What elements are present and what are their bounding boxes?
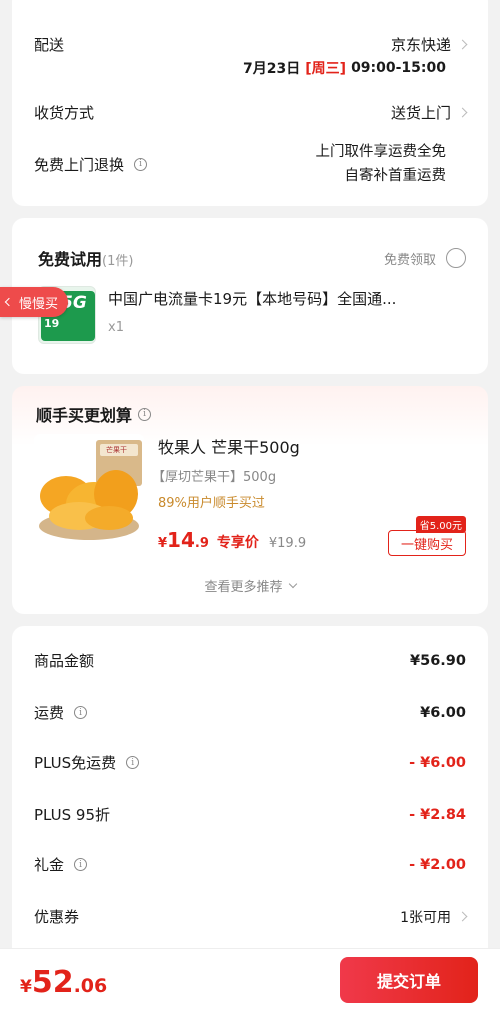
summary-row: PLUS 95折 - ¥2.84 <box>34 804 466 825</box>
see-more-label: 查看更多推荐 <box>204 580 283 595</box>
trial-claim-label: 免费领取 <box>383 252 436 268</box>
trial-title: 免费试用 <box>38 250 103 269</box>
chevron-right-icon <box>457 107 468 118</box>
price-integer: 14 <box>167 528 195 552</box>
summary-label: PLUS免运费 <box>34 754 117 772</box>
info-icon[interactable]: i <box>138 407 152 421</box>
summary-row: 运费 i ¥6.00 <box>34 702 466 723</box>
see-more-link[interactable]: 查看更多推荐 <box>12 576 488 595</box>
summary-label: 商品金额 <box>34 652 95 670</box>
delivery-carrier: 京东快递 <box>390 36 451 54</box>
delivery-row[interactable]: 配送 京东快递 <box>34 34 468 55</box>
delivery-date: 7月23日 <box>243 61 301 77</box>
summary-row: 礼金 i - ¥2.00 <box>34 854 466 875</box>
info-icon[interactable]: i <box>126 756 140 769</box>
bundle-price: ¥ 14 .9 专享价 ¥19.9 <box>158 528 306 552</box>
floating-side-tab[interactable]: 慢慢买 <box>0 287 68 317</box>
receive-method-label: 收货方式 <box>34 104 95 122</box>
free-return-line1: 上门取件享运费全免 <box>315 144 447 160</box>
trial-count: (1件) <box>102 254 134 269</box>
total-integer: 52 <box>31 965 74 1000</box>
free-return-line2: 自寄补首重运费 <box>344 168 447 184</box>
chevron-down-icon <box>288 579 297 588</box>
original-price: ¥19.9 <box>268 536 307 551</box>
summary-value: - ¥2.84 <box>409 806 466 823</box>
coupon-label: 优惠券 <box>34 908 80 926</box>
bundle-header: 顺手买更划算 i <box>36 402 152 426</box>
delivery-weekday: [周三] <box>305 61 347 77</box>
delivery-time[interactable]: 7月23日 [周三] 09:00-15:00 <box>34 58 446 78</box>
free-return-row: 免费上门退换 i 上门取件享运费全免 自寄补首重运费 <box>34 140 466 188</box>
delivery-label: 配送 <box>34 36 65 54</box>
summary-label: 礼金 <box>34 856 65 874</box>
mango-product-image[interactable]: 芒果干 <box>34 434 144 544</box>
bundle-product-stat: 89%用户顺手买过 <box>158 496 265 511</box>
summary-value: ¥56.90 <box>410 652 466 669</box>
summary-label: PLUS 95折 <box>34 806 111 824</box>
total-price: ¥ 52 .06 <box>20 965 107 1000</box>
mango-slices-image <box>39 440 142 540</box>
info-icon[interactable]: i <box>134 157 148 171</box>
delivery-card: 配送 京东快递 7月23日 [周三] 09:00-15:00 收货方式 送货上门… <box>12 0 488 206</box>
one-click-buy-button[interactable]: 一键购买 <box>388 530 466 556</box>
price-tag: 专享价 <box>216 535 259 551</box>
trial-card: 免费试用 (1件) 免费领取 5G 19 中国广电流量卡19元【本地号码】全国通… <box>12 218 488 374</box>
bundle-product-name[interactable]: 牧果人 芒果干500g <box>158 434 300 458</box>
summary-value: ¥6.00 <box>420 704 466 721</box>
summary-card: 商品金额 ¥56.90 运费 i ¥6.00 PLUS免运费 i - ¥6.00 PLUS 95… <box>12 626 488 956</box>
chevron-right-icon <box>457 39 468 50</box>
total-symbol: ¥ <box>20 977 32 997</box>
bundle-title: 顺手买更划算 <box>36 406 133 425</box>
trial-claim[interactable]: 免费领取 <box>384 248 466 268</box>
trial-qty: x1 <box>108 320 124 335</box>
info-icon[interactable]: i <box>74 706 88 719</box>
summary-row: PLUS免运费 i - ¥6.00 <box>34 752 466 773</box>
floating-tab-label: 慢慢买 <box>19 296 59 312</box>
total-decimal: .06 <box>73 975 108 997</box>
coupon-value: 1张可用 <box>400 909 451 926</box>
chevron-left-icon <box>4 297 14 307</box>
claim-checkbox[interactable] <box>446 248 466 268</box>
trial-product-name[interactable]: 中国广电流量卡19元【本地号码】全国通... <box>108 288 396 309</box>
delivery-time-range: 09:00-15:00 <box>351 60 446 76</box>
summary-value: - ¥6.00 <box>409 754 466 771</box>
trial-header: 免费试用 (1件) 免费领取 <box>38 246 466 270</box>
footer-bar: ¥ 52 .06 提交订单 <box>0 948 500 1017</box>
bundle-card: 顺手买更划算 i 芒果干 牧果人 芒果干500g 【厚切芒果干】500g 89%… <box>12 386 488 614</box>
chevron-right-icon <box>457 911 468 922</box>
info-icon[interactable]: i <box>74 858 88 871</box>
summary-label: 运费 <box>34 704 65 722</box>
bundle-product-spec: 【厚切芒果干】500g <box>152 470 277 485</box>
summary-value: - ¥2.00 <box>409 856 466 873</box>
trial-thumb-price: 19 <box>44 317 60 330</box>
free-return-label: 免费上门退换 <box>34 155 125 174</box>
submit-order-button[interactable]: 提交订单 <box>340 957 478 1003</box>
bag-label: 芒果干 <box>106 446 127 454</box>
summary-row: 商品金额 ¥56.90 <box>34 650 466 671</box>
receive-method-row[interactable]: 收货方式 送货上门 <box>34 102 468 123</box>
coupon-row[interactable]: 优惠券 1张可用 <box>34 906 468 927</box>
receive-method-value: 送货上门 <box>390 104 451 122</box>
price-decimal: .9 <box>194 536 209 551</box>
price-symbol: ¥ <box>158 536 168 551</box>
